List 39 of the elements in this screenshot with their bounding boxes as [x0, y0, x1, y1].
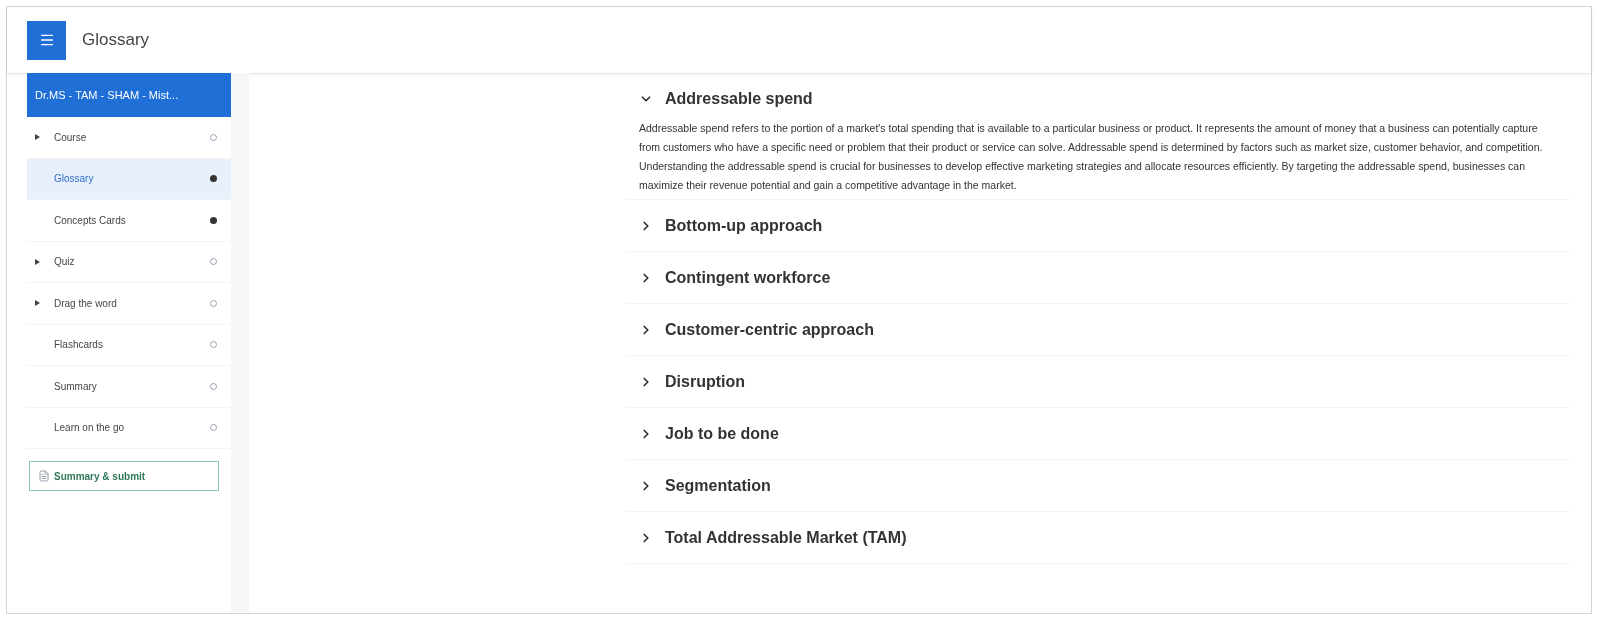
glossary-definition: Addressable spend refers to the portion of a market's total spending that is available to a particular business or product. It represents the amount of money that a business can potentially capture from customers who have a specific need or problem that their product or service can solve. Addressable spend is determined by factors such as market size, customer behavior, and competition. Understanding the addressable spend is crucial for businesses to develop effective marketing strategies and allocate resources efficiently. By targeting the addressable spend, businesses can maximize their revenue potential and gain a competitive advantage in the market. — [638, 121, 1544, 193]
sidebar-item[interactable]: Glossary — [27, 158, 231, 200]
glossary-term-toggle[interactable]: Contingent workforce — [627, 252, 1569, 303]
glossary-term-toggle[interactable]: Addressable spend — [627, 79, 1569, 119]
sidebar-item[interactable]: Summary — [27, 366, 231, 408]
glossary-term-toggle[interactable]: Bottom-up approach — [627, 200, 1569, 251]
item-label: Learn on the go — [53, 421, 126, 436]
summary-submit-button[interactable]: Summary & submit — [29, 461, 219, 491]
document-icon — [38, 470, 50, 482]
menu-icon — [38, 32, 55, 48]
item-label: Summary — [53, 379, 98, 394]
page-title: Glossary — [82, 29, 150, 52]
course-title: Dr.MS - TAM - SHAM - Mist... — [27, 73, 231, 117]
sidebar-item[interactable]: Quiz — [27, 241, 231, 283]
sidebar-item[interactable]: Concepts Cards — [27, 200, 231, 242]
glossary-term: Total Addressable Market (TAM) — [665, 527, 907, 548]
glossary-term: Customer-centric approach — [665, 319, 874, 340]
item-label: Course — [53, 130, 88, 145]
sidebar-item[interactable]: Flashcards — [27, 324, 231, 366]
glossary-term-toggle[interactable]: Disruption — [627, 356, 1569, 407]
glossary-term: Addressable spend — [665, 89, 813, 109]
item-label: Concepts Cards — [53, 213, 127, 228]
item-label: Glossary — [53, 172, 95, 187]
item-label: Drag the word — [53, 296, 118, 311]
glossary-term: Segmentation — [665, 475, 771, 496]
sidebar-item[interactable]: Course — [27, 117, 231, 159]
glossary-term-toggle[interactable]: Job to be done — [627, 408, 1569, 459]
glossary-term: Disruption — [665, 371, 745, 392]
menu-button[interactable] — [27, 20, 66, 60]
glossary-term-toggle[interactable]: Total Addressable Market (TAM) — [627, 512, 1569, 563]
item-label: Quiz — [53, 255, 76, 270]
sidebar-item[interactable]: Learn on the go — [27, 407, 231, 449]
glossary-term-toggle[interactable]: Segmentation — [627, 460, 1569, 511]
glossary-term: Bottom-up approach — [665, 215, 823, 236]
glossary-term: Contingent workforce — [665, 267, 831, 288]
glossary-term: Job to be done — [665, 423, 779, 444]
glossary-term-toggle[interactable]: Customer-centric approach — [627, 304, 1569, 355]
sidebar-item[interactable]: Drag the word — [27, 283, 231, 325]
item-label: Flashcards — [53, 338, 104, 353]
